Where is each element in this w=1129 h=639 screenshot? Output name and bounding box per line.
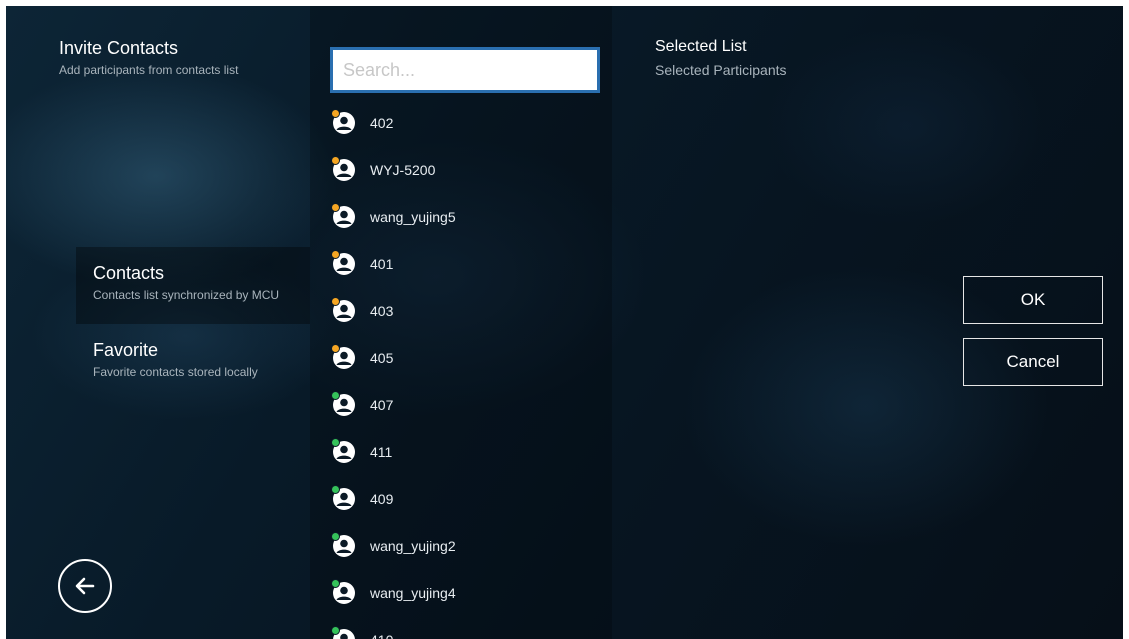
- contact-name: 401: [370, 256, 394, 272]
- contact-avatar-icon: [331, 391, 356, 417]
- contact-avatar-icon: [331, 579, 356, 605]
- contact-avatar-icon: [331, 109, 356, 135]
- contact-avatar-icon: [331, 297, 356, 323]
- contact-name: 411: [370, 444, 393, 460]
- status-dot-icon: [331, 109, 340, 118]
- contact-avatar-icon: [331, 250, 356, 276]
- contact-avatar-icon: [331, 438, 356, 464]
- contact-item[interactable]: 403: [331, 295, 602, 327]
- contact-avatar-icon: [331, 532, 356, 558]
- contact-item[interactable]: 401: [331, 248, 602, 280]
- invite-contacts-screen: Invite Contacts Add participants from co…: [6, 6, 1123, 639]
- contact-name: 402: [370, 115, 394, 131]
- contacts-panel: 402 WYJ-5200 wang_yujing5 401 403 405 407 411 40…: [310, 6, 612, 639]
- category-subtitle: Favorite contacts stored locally: [93, 365, 258, 379]
- selected-list-title: Selected List: [655, 38, 747, 55]
- category-subtitle: Contacts list synchronized by MCU: [93, 288, 280, 302]
- contact-item[interactable]: 409: [331, 483, 602, 515]
- status-dot-icon: [331, 156, 340, 165]
- contact-item[interactable]: 402: [331, 107, 602, 139]
- contact-avatar-icon: [331, 344, 356, 370]
- status-dot-icon: [331, 485, 340, 494]
- contact-item[interactable]: 410: [331, 624, 602, 639]
- status-dot-icon: [331, 532, 340, 541]
- contact-name: 409: [370, 491, 394, 507]
- contact-avatar-icon: [331, 626, 356, 639]
- ok-button[interactable]: OK: [963, 276, 1103, 324]
- status-dot-icon: [331, 344, 340, 353]
- back-arrow-icon: [75, 577, 95, 595]
- contact-name: wang_yujing5: [370, 209, 456, 225]
- search-input[interactable]: [333, 50, 597, 90]
- status-dot-icon: [331, 203, 340, 212]
- contact-name: 407: [370, 397, 394, 413]
- status-dot-icon: [331, 391, 340, 400]
- contact-name: wang_yujing4: [370, 585, 456, 601]
- status-dot-icon: [331, 297, 340, 306]
- contact-item[interactable]: WYJ-5200: [331, 154, 602, 186]
- back-button[interactable]: [58, 559, 112, 613]
- status-dot-icon: [331, 579, 340, 588]
- category-contacts[interactable]: Contacts Contacts list synchronized by M…: [76, 247, 310, 324]
- contact-item[interactable]: 411: [331, 436, 602, 468]
- category-title: Favorite: [93, 340, 159, 360]
- page-title: Invite Contacts: [59, 38, 179, 58]
- category-title: Contacts: [93, 263, 165, 283]
- page-subtitle: Add participants from contacts list: [59, 63, 239, 77]
- contact-name: 403: [370, 303, 394, 319]
- contact-item[interactable]: 407: [331, 389, 602, 421]
- cancel-button[interactable]: Cancel: [963, 338, 1103, 386]
- search-box[interactable]: [330, 47, 600, 93]
- contact-name: 410: [370, 632, 393, 639]
- contact-item[interactable]: wang_yujing4: [331, 577, 602, 609]
- status-dot-icon: [331, 438, 340, 447]
- contact-avatar-icon: [331, 156, 356, 182]
- contact-name: WYJ-5200: [370, 162, 436, 178]
- status-dot-icon: [331, 626, 340, 635]
- contact-name: wang_yujing2: [370, 538, 456, 554]
- contact-item[interactable]: wang_yujing2: [331, 530, 602, 562]
- category-favorite[interactable]: Favorite Favorite contacts stored locall…: [76, 324, 310, 401]
- contact-item[interactable]: wang_yujing5: [331, 201, 602, 233]
- contact-name: 405: [370, 350, 394, 366]
- contact-item[interactable]: 405: [331, 342, 602, 374]
- status-dot-icon: [331, 250, 340, 259]
- contact-avatar-icon: [331, 203, 356, 229]
- contact-avatar-icon: [331, 485, 356, 511]
- selected-list-subtitle: Selected Participants: [655, 62, 787, 78]
